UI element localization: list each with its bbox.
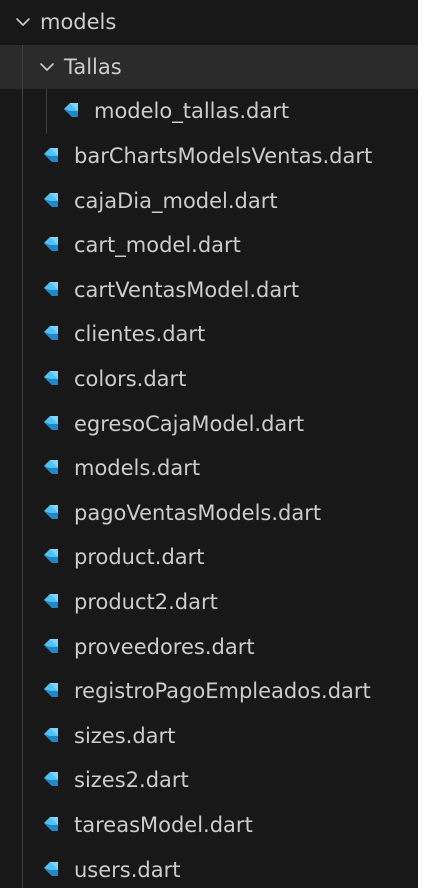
file-item[interactable]: barChartsModelsVentas.dart — [0, 133, 418, 179]
dart-icon — [40, 591, 62, 613]
file-label: users.dart — [74, 857, 181, 882]
indent-guide — [22, 178, 23, 223]
chevron-down-icon[interactable] — [12, 11, 34, 33]
file-label: colors.dart — [74, 367, 187, 392]
file-label: clientes.dart — [74, 322, 206, 347]
file-item[interactable]: users.dart — [0, 847, 418, 888]
dart-icon — [40, 145, 62, 167]
indent-guide — [22, 758, 23, 803]
dart-icon — [40, 814, 62, 836]
dart-icon — [40, 859, 62, 881]
indent-guide — [22, 713, 23, 759]
file-label: sizes.dart — [74, 723, 176, 748]
folder-tallas[interactable]: Tallas — [0, 44, 418, 90]
indent-guide — [22, 535, 23, 580]
dart-icon — [40, 769, 62, 791]
folder-label: Tallas — [64, 54, 122, 79]
file-item[interactable]: cajaDia_model.dart — [0, 178, 418, 223]
file-item[interactable]: tareasModel.dart — [0, 802, 418, 848]
file-label: registroPagoEmpleados.dart — [74, 679, 371, 704]
dart-icon — [40, 546, 62, 568]
chevron-down-icon[interactable] — [36, 56, 58, 78]
file-item[interactable]: registroPagoEmpleados.dart — [0, 668, 418, 714]
indent-guide — [22, 802, 23, 848]
file-item[interactable]: clientes.dart — [0, 312, 418, 357]
indent-guide — [22, 668, 23, 714]
indent-guide — [22, 312, 23, 357]
file-label: product.dart — [74, 545, 205, 570]
file-item[interactable]: cart_model.dart — [0, 222, 418, 268]
indent-guide — [46, 89, 47, 134]
indent-guide — [22, 490, 23, 536]
file-label: proveedores.dart — [74, 634, 255, 659]
file-item[interactable]: product.dart — [0, 535, 418, 580]
file-label: modelo_tallas.dart — [94, 99, 290, 124]
dart-icon — [40, 323, 62, 345]
file-label: egresoCajaModel.dart — [74, 411, 305, 436]
indent-guide — [22, 133, 23, 179]
indent-guide — [22, 624, 23, 669]
file-item[interactable]: sizes.dart — [0, 713, 418, 759]
dart-icon — [40, 457, 62, 479]
dart-icon — [40, 190, 62, 212]
dart-icon — [40, 368, 62, 390]
file-item[interactable]: product2.dart — [0, 579, 418, 625]
dart-icon — [40, 725, 62, 747]
file-item[interactable]: cartVentasModel.dart — [0, 267, 418, 313]
file-item[interactable]: colors.dart — [0, 356, 418, 402]
dart-icon — [40, 234, 62, 256]
dart-icon — [40, 502, 62, 524]
folder-label: models — [40, 10, 117, 35]
file-explorer: models Tallas modelo_tallas.dart barChar… — [0, 0, 418, 888]
file-label: pagoVentasModels.dart — [74, 500, 322, 525]
indent-guide — [22, 356, 23, 402]
dart-icon — [60, 100, 82, 122]
folder-models[interactable]: models — [0, 0, 418, 45]
file-item[interactable]: modelo_tallas.dart — [0, 89, 418, 134]
indent-guide — [22, 44, 23, 90]
dart-icon — [40, 680, 62, 702]
file-label: cajaDia_model.dart — [74, 188, 278, 213]
indent-guide — [22, 222, 23, 268]
file-label: tareasModel.dart — [74, 812, 253, 837]
file-label: cart_model.dart — [74, 233, 241, 258]
file-item[interactable]: proveedores.dart — [0, 624, 418, 669]
file-label: models.dart — [74, 456, 201, 481]
indent-guide — [22, 579, 23, 625]
file-item[interactable]: models.dart — [0, 445, 418, 491]
indent-guide — [22, 401, 23, 446]
indent-guide — [22, 445, 23, 491]
dart-icon — [40, 636, 62, 658]
dart-icon — [40, 279, 62, 301]
indent-guide — [22, 89, 23, 134]
file-item[interactable]: sizes2.dart — [0, 758, 418, 803]
file-item[interactable]: pagoVentasModels.dart — [0, 490, 418, 536]
file-label: product2.dart — [74, 590, 218, 615]
file-label: sizes2.dart — [74, 768, 189, 793]
indent-guide — [22, 267, 23, 313]
file-label: barChartsModelsVentas.dart — [74, 144, 373, 169]
indent-guide — [22, 847, 23, 888]
dart-icon — [40, 413, 62, 435]
file-label: cartVentasModel.dart — [74, 277, 300, 302]
file-item[interactable]: egresoCajaModel.dart — [0, 401, 418, 446]
